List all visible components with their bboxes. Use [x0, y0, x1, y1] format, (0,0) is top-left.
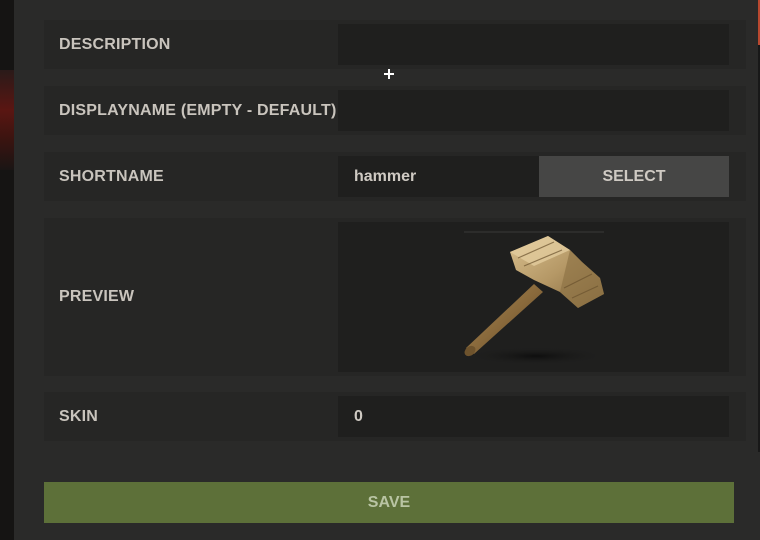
- background-glow: [0, 70, 14, 170]
- skin-input[interactable]: 0: [338, 396, 729, 437]
- shortname-input[interactable]: hammer: [338, 156, 539, 197]
- save-button[interactable]: SAVE: [44, 482, 734, 523]
- description-input[interactable]: [338, 24, 729, 65]
- shortname-row: SHORTNAME hammer SELECT: [44, 152, 746, 201]
- preview-image-frame: [338, 222, 729, 372]
- form-scroll-area: DESCRIPTION DISPLAYNAME (EMPTY - DEFAULT…: [44, 0, 746, 452]
- skin-label: SKIN: [59, 407, 99, 425]
- description-row: DESCRIPTION: [44, 20, 746, 69]
- displayname-row: DISPLAYNAME (EMPTY - DEFAULT): [44, 86, 746, 135]
- hammer-item-icon: [464, 231, 606, 365]
- item-editor-panel: DESCRIPTION DISPLAYNAME (EMPTY - DEFAULT…: [14, 0, 760, 540]
- preview-row: PREVIEW: [44, 218, 746, 376]
- preview-label: PREVIEW: [59, 288, 135, 305]
- skin-row: SKIN 0: [44, 392, 746, 441]
- shortname-label: SHORTNAME: [59, 167, 164, 185]
- description-label: DESCRIPTION: [59, 35, 171, 53]
- crosshair-cursor-icon: [384, 69, 394, 79]
- select-button[interactable]: SELECT: [539, 156, 729, 197]
- displayname-input[interactable]: [338, 90, 729, 131]
- displayname-label: DISPLAYNAME (EMPTY - DEFAULT): [59, 101, 337, 119]
